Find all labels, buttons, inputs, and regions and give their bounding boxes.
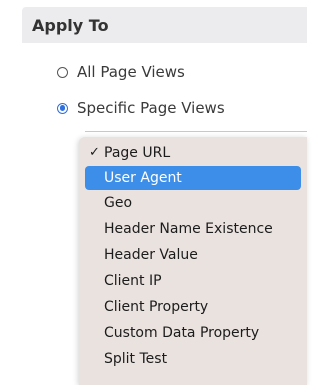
apply-to-section-header: Apply To xyxy=(22,7,307,43)
radio-specific-page-views[interactable]: Specific Page Views xyxy=(57,99,225,117)
section-title: Apply To xyxy=(32,15,109,35)
menu-item-label: Custom Data Property xyxy=(104,325,260,341)
condition-type-dropdown-menu: ✓ Page URL User Agent Geo Header Name Ex… xyxy=(79,137,307,385)
menu-item-label: Page URL xyxy=(104,145,171,161)
radio-label-specific-page-views: Specific Page Views xyxy=(77,99,225,117)
menu-item-label: Client Property xyxy=(104,299,209,315)
checkmark-icon: ✓ xyxy=(89,145,100,160)
menu-item-label: Geo xyxy=(104,195,133,211)
menu-item-client-property[interactable]: Client Property xyxy=(85,295,301,319)
radio-all-page-views[interactable]: All Page Views xyxy=(57,63,185,81)
menu-item-split-test[interactable]: Split Test xyxy=(85,347,301,371)
radio-button-checked[interactable] xyxy=(57,102,68,114)
radio-button-unchecked[interactable] xyxy=(57,66,68,78)
menu-item-user-agent[interactable]: User Agent xyxy=(85,166,301,190)
menu-item-label: User Agent xyxy=(104,170,182,186)
menu-item-header-value[interactable]: Header Value xyxy=(85,243,301,267)
menu-item-geo[interactable]: Geo xyxy=(85,191,301,215)
radio-label-all-page-views: All Page Views xyxy=(77,63,185,81)
menu-item-label: Header Value xyxy=(104,247,198,263)
menu-item-label: Split Test xyxy=(104,351,168,367)
menu-item-custom-data-property[interactable]: Custom Data Property xyxy=(85,321,301,345)
menu-item-client-ip[interactable]: Client IP xyxy=(85,269,301,293)
menu-item-page-url[interactable]: ✓ Page URL xyxy=(85,141,301,165)
menu-item-label: Client IP xyxy=(104,273,162,289)
menu-item-label: Header Name Existence xyxy=(104,221,273,237)
menu-item-header-name-existence[interactable]: Header Name Existence xyxy=(85,217,301,241)
